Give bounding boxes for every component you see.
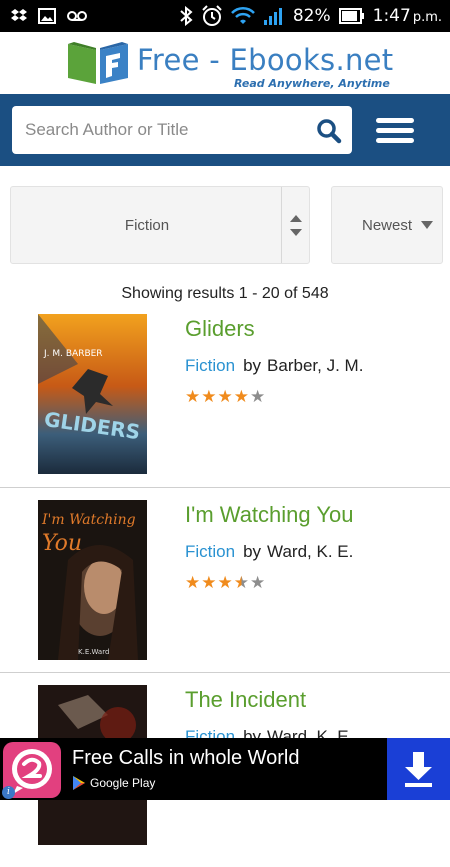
- genre-select-arrows[interactable]: [281, 187, 309, 263]
- ad-info-icon[interactable]: i: [2, 786, 15, 799]
- star-empty-icon: ★: [250, 387, 266, 407]
- star-filled-icon: ★: [217, 387, 233, 407]
- book-author[interactable]: Barber, J. M.: [267, 356, 363, 375]
- search-input[interactable]: [12, 107, 302, 153]
- sort-select[interactable]: Newest: [331, 186, 443, 264]
- google-play-icon: [73, 776, 85, 790]
- battery-percent: 82%: [292, 6, 331, 26]
- book-author[interactable]: Ward, K. E.: [267, 542, 353, 561]
- sort-select-value: Newest: [362, 217, 413, 234]
- search-bar: [0, 94, 450, 166]
- search-box: [12, 106, 352, 154]
- book-meta: Fiction by Barber, J. M.: [185, 356, 363, 376]
- clock: 1:47 p.m.: [373, 6, 442, 26]
- cover-title-main: You: [42, 531, 82, 556]
- clock-time: 1:47: [372, 6, 411, 26]
- book-genre-link[interactable]: Fiction: [185, 542, 235, 561]
- ad-store-badge[interactable]: Google Play: [72, 775, 155, 791]
- cover-author: K.E.Ward: [78, 648, 109, 656]
- voicemail-icon: [67, 11, 87, 21]
- hamburger-menu-icon[interactable]: [376, 118, 414, 144]
- ad-store-label: Google Play: [90, 776, 156, 790]
- book-genre-link[interactable]: Fiction: [185, 356, 235, 375]
- genre-select[interactable]: Fiction: [10, 186, 310, 264]
- star-half-icon: ★: [233, 573, 249, 593]
- book-title[interactable]: The Incident: [185, 687, 306, 713]
- alarm-icon: [202, 5, 222, 26]
- signal-icon: [263, 8, 282, 25]
- book-by-label: by: [243, 542, 262, 561]
- sort-arrows-icon: [290, 215, 302, 236]
- cover-author-text: J. M. BARBER: [43, 349, 103, 359]
- results-summary: Showing results 1 - 20 of 548: [121, 285, 329, 302]
- star-empty-icon: ★: [250, 573, 266, 593]
- logo-book-icon[interactable]: [66, 40, 130, 86]
- star-filled-icon: ★: [201, 387, 217, 407]
- ad-title[interactable]: Free Calls in whole World: [72, 747, 300, 770]
- dropbox-icon: [11, 9, 27, 21]
- site-title[interactable]: Free - Ebooks.net: [137, 43, 393, 77]
- filters: Fiction Newest: [0, 186, 450, 264]
- book-meta: Fiction by Ward, K. E.: [185, 542, 353, 562]
- book-cover-image[interactable]: J. M. BARBER GLIDERS: [38, 314, 147, 474]
- bluetooth-icon: [180, 6, 193, 26]
- battery-icon: [338, 8, 364, 24]
- star-filled-icon: ★: [185, 573, 201, 593]
- genre-select-value: Fiction: [124, 217, 170, 234]
- star-filled-icon: ★: [233, 387, 249, 407]
- book-list-item[interactable]: I'm Watching You K.E.Ward I'm Watching Y…: [0, 496, 450, 682]
- search-icon[interactable]: [316, 118, 342, 144]
- status-bar: 82% 1:47 p.m.: [0, 0, 450, 32]
- star-filled-icon: ★: [201, 573, 217, 593]
- wifi-icon: [230, 6, 255, 24]
- rating-stars: ★ ★ ★ ★ ★: [185, 389, 265, 406]
- site-tagline: Read Anywhere, Anytime: [234, 77, 390, 90]
- book-list-item[interactable]: J. M. BARBER GLIDERS Gliders Fiction by Ba…: [0, 310, 450, 496]
- divider: [0, 487, 450, 488]
- cover-title-top: I'm Watching: [41, 512, 136, 528]
- book-by-label: by: [243, 356, 262, 375]
- star-filled-icon: ★: [185, 387, 201, 407]
- book-title[interactable]: Gliders: [185, 316, 255, 342]
- download-button[interactable]: [387, 738, 450, 800]
- image-icon: [38, 8, 56, 24]
- divider: [0, 672, 450, 673]
- clock-suffix: p.m.: [412, 10, 442, 25]
- rating-stars: ★ ★ ★ ★ ★: [185, 575, 265, 592]
- download-icon: [405, 752, 432, 787]
- star-filled-icon: ★: [217, 573, 233, 593]
- book-cover-image[interactable]: I'm Watching You K.E.Ward: [38, 500, 147, 660]
- book-title[interactable]: I'm Watching You: [185, 502, 353, 528]
- chevron-down-icon: [421, 221, 433, 229]
